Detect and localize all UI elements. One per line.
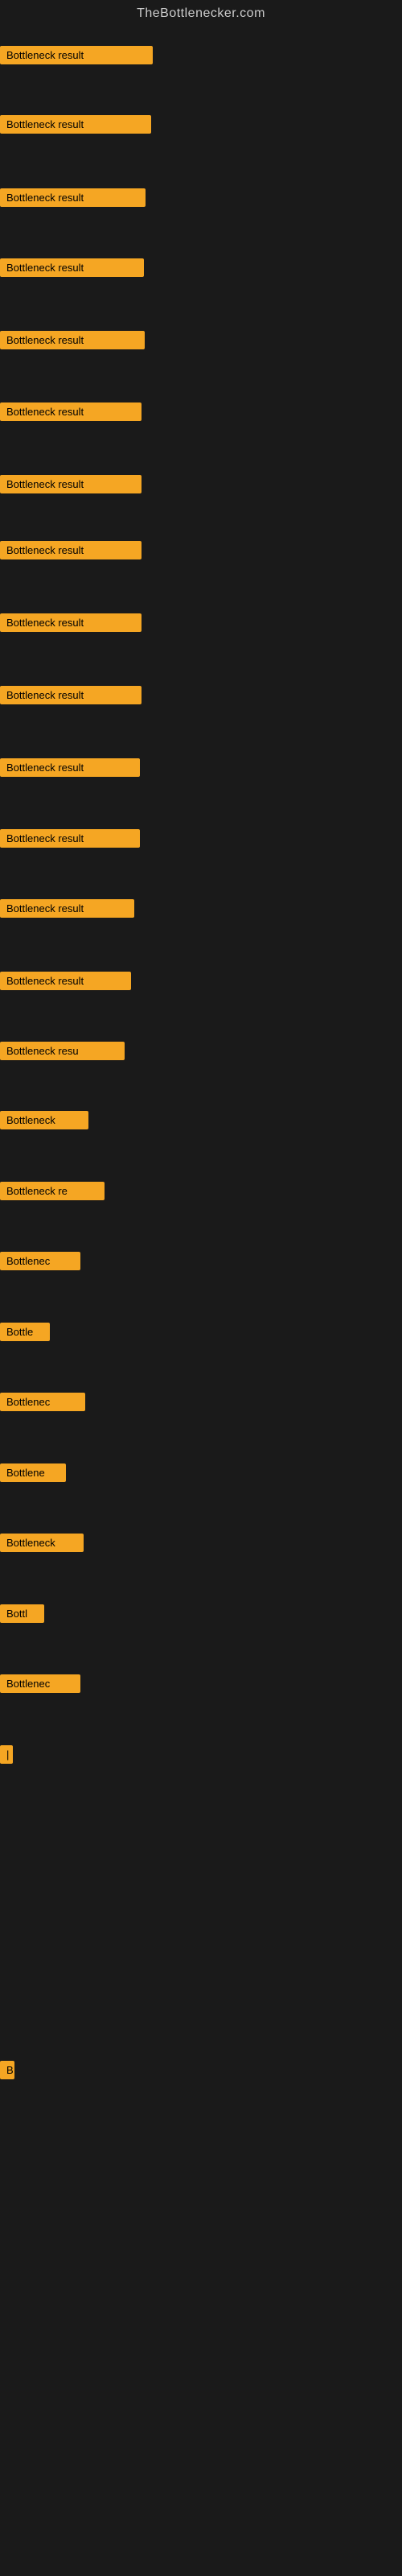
- bottleneck-result-item-9: Bottleneck result: [0, 613, 142, 632]
- bottleneck-result-item-3: Bottleneck result: [0, 188, 146, 207]
- bottleneck-result-item-22: Bottleneck: [0, 1534, 84, 1552]
- bottleneck-result-item-12: Bottleneck result: [0, 829, 140, 848]
- bottleneck-result-item-19: Bottle: [0, 1323, 50, 1341]
- bottleneck-result-item-26: B: [0, 2061, 14, 2079]
- bottleneck-result-item-8: Bottleneck result: [0, 541, 142, 559]
- bottleneck-result-item-17: Bottleneck re: [0, 1182, 105, 1200]
- bottleneck-result-item-18: Bottlenec: [0, 1252, 80, 1270]
- bottleneck-result-item-13: Bottleneck result: [0, 899, 134, 918]
- bottleneck-result-item-6: Bottleneck result: [0, 402, 142, 421]
- bottleneck-result-item-1: Bottleneck result: [0, 46, 153, 64]
- bottleneck-result-item-24: Bottlenec: [0, 1674, 80, 1693]
- bottleneck-result-item-2: Bottleneck result: [0, 115, 151, 134]
- bottleneck-result-item-25: |: [0, 1745, 13, 1764]
- site-title: TheBottlenecker.com: [0, 0, 402, 27]
- bottleneck-result-item-16: Bottleneck: [0, 1111, 88, 1129]
- bottleneck-result-item-14: Bottleneck result: [0, 972, 131, 990]
- bottleneck-result-item-15: Bottleneck resu: [0, 1042, 125, 1060]
- bottleneck-result-item-21: Bottlene: [0, 1463, 66, 1482]
- bottleneck-result-item-4: Bottleneck result: [0, 258, 144, 277]
- bottleneck-result-item-20: Bottlenec: [0, 1393, 85, 1411]
- bottleneck-result-item-23: Bottl: [0, 1604, 44, 1623]
- bottleneck-result-item-5: Bottleneck result: [0, 331, 145, 349]
- bottleneck-result-item-11: Bottleneck result: [0, 758, 140, 777]
- bottleneck-result-item-10: Bottleneck result: [0, 686, 142, 704]
- bottleneck-result-item-7: Bottleneck result: [0, 475, 142, 493]
